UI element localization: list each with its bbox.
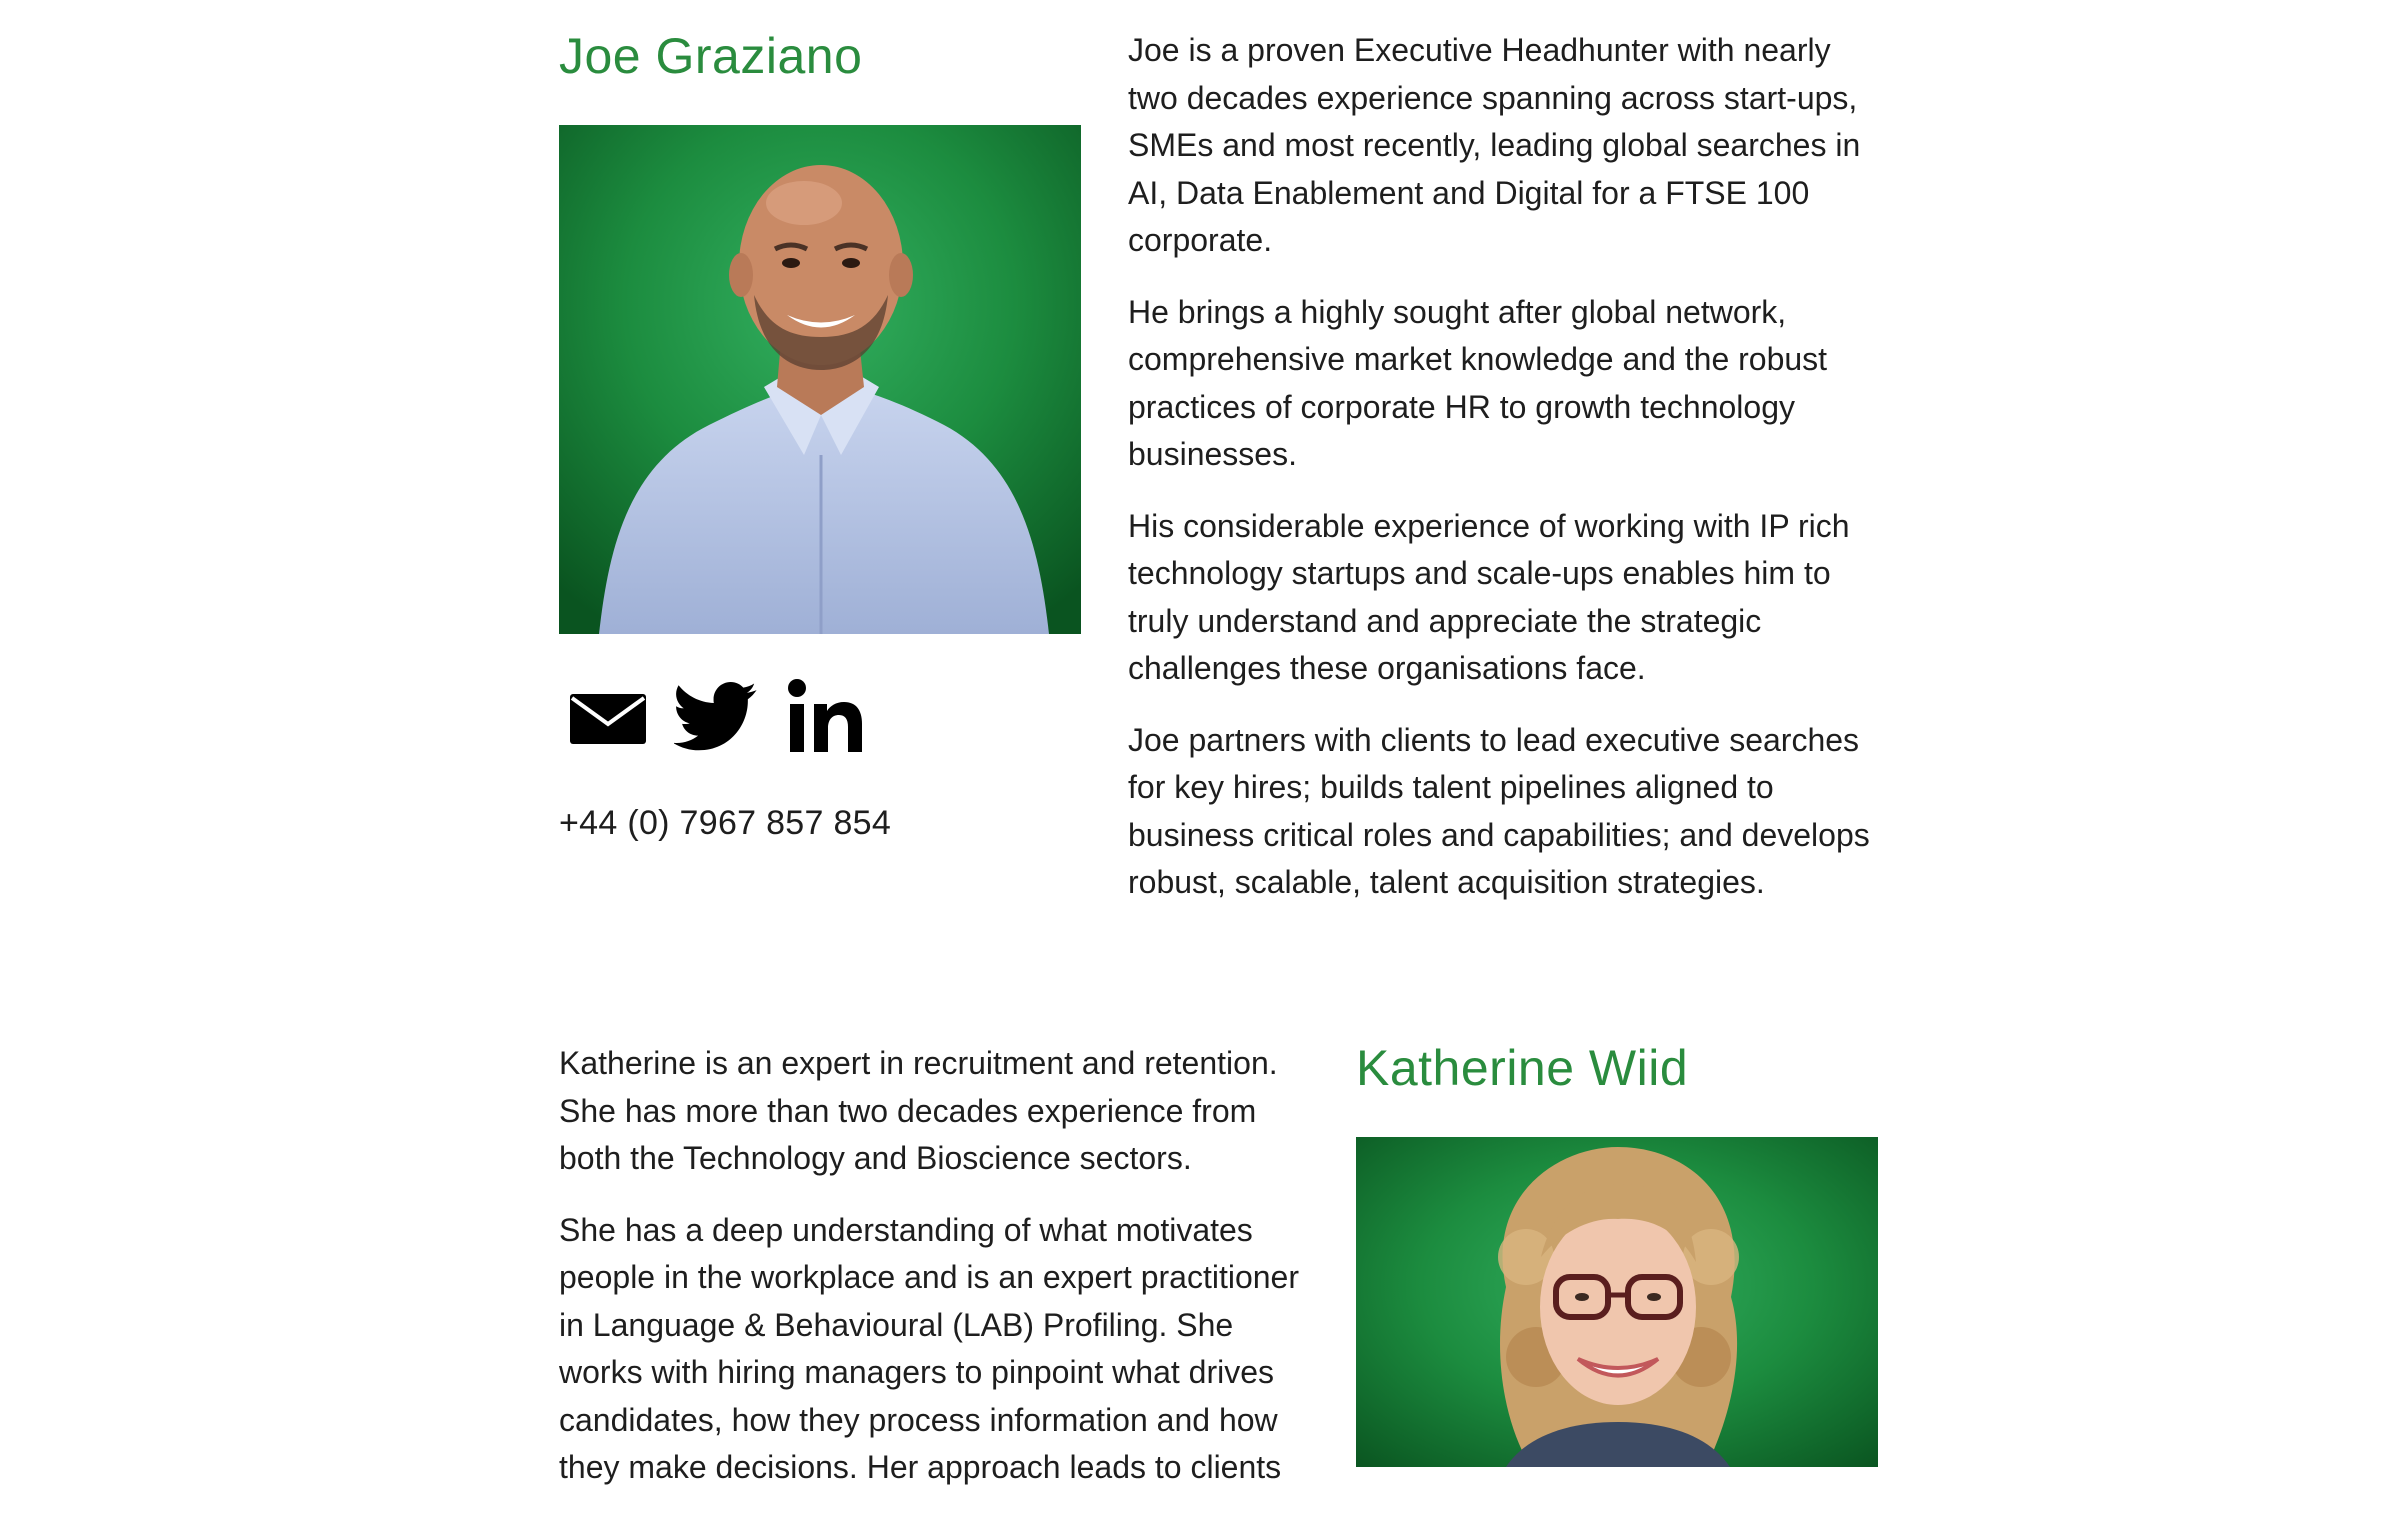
linkedin-icon[interactable] [782, 674, 866, 758]
twitter-icon[interactable] [674, 674, 758, 758]
profile-name: Katherine Wiid [1356, 1040, 1689, 1096]
bio-paragraph: Joe is a proven Executive Headhunter wit… [1128, 32, 1861, 258]
profile-photo [559, 125, 1081, 634]
email-icon[interactable] [566, 674, 650, 758]
bio-paragraph: His considerable experience of working w… [1128, 507, 1850, 687]
bio-paragraph: She has a deep understanding of what mot… [559, 1211, 1299, 1486]
portrait-man-image [559, 125, 1081, 634]
portrait-woman-image [1356, 1137, 1878, 1467]
phone-number: +44 (0) 7967 857 854 [559, 804, 892, 842]
profile-photo [1356, 1137, 1878, 1467]
profile-name: Joe Graziano [559, 28, 863, 84]
social-links [566, 674, 890, 758]
bio-paragraph: He brings a highly sought after global n… [1128, 293, 1828, 473]
profile-bio: Joe is a proven Executive Headhunter wit… [1128, 27, 1888, 931]
profile-bio: Katherine is an expert in recruitment an… [559, 1040, 1319, 1516]
bio-paragraph: Joe partners with clients to lead execut… [1128, 721, 1870, 901]
bio-paragraph: Katherine is an expert in recruitment an… [559, 1045, 1278, 1176]
